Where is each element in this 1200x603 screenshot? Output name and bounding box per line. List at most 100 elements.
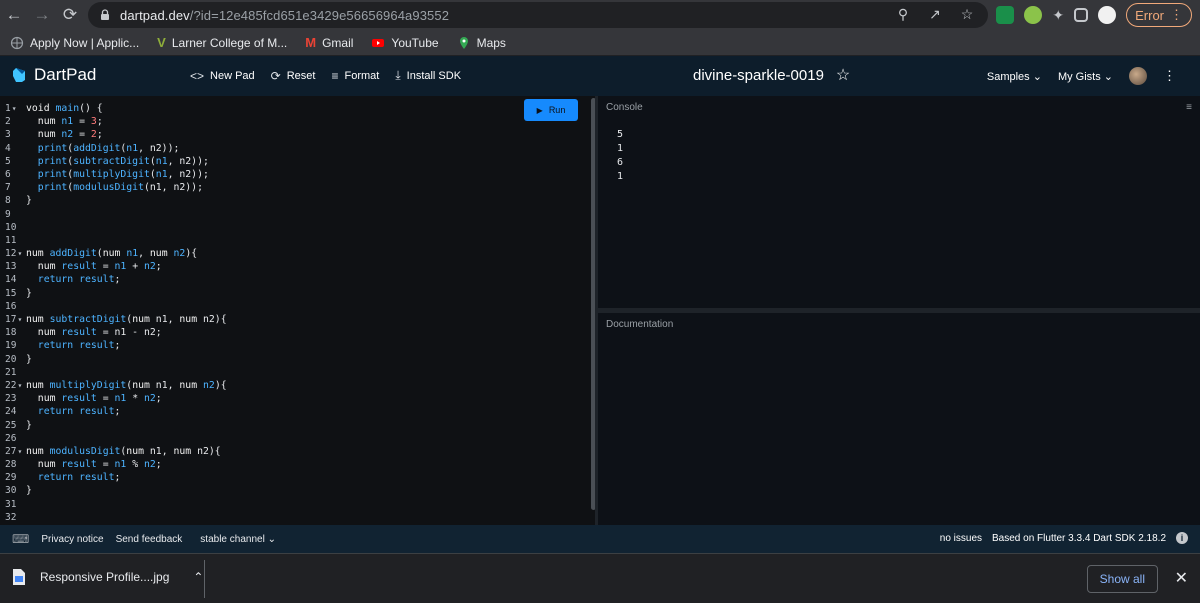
- line-number: 15: [5, 287, 17, 299]
- line-number: 11: [5, 234, 17, 246]
- install-sdk-button[interactable]: ⤓ Install SDK: [395, 68, 461, 83]
- new-pad-button[interactable]: <> New Pad: [190, 68, 255, 83]
- samples-dropdown[interactable]: Samples ⌄: [987, 70, 1042, 83]
- share-icon[interactable]: ↗: [926, 6, 944, 23]
- code-line: num result = n1 + n2;: [37, 261, 162, 273]
- line-number: 12▾: [5, 248, 23, 260]
- download-item[interactable]: Responsive Profile....jpg ⌃: [12, 568, 203, 586]
- star-icon[interactable]: ☆: [836, 65, 850, 85]
- close-icon[interactable]: ✕: [1175, 568, 1188, 588]
- fold-arrow-icon[interactable]: ▾: [17, 447, 22, 456]
- line-number: 4: [5, 142, 11, 154]
- code-line: }: [26, 353, 32, 365]
- line-number: 9: [5, 208, 11, 220]
- dartpad-logo[interactable]: DartPad: [12, 65, 96, 85]
- code-line: num subtractDigit(num n1, num n2){: [26, 314, 227, 325]
- download-icon: ⤓: [395, 68, 401, 82]
- code-editor[interactable]: 1▾ 2 3 4 5 6 7 8 9 10 11 12▾ 13 14 15 16 17▾ 18 19 20 21 22▾ 2…: [0, 96, 595, 525]
- play-icon: ▶: [536, 105, 543, 115]
- bookmark-item[interactable]: V Larner College of M...: [157, 35, 287, 50]
- bookmark-star-icon[interactable]: ☆: [958, 6, 976, 23]
- line-number: 20: [5, 353, 17, 365]
- youtube-icon: [372, 38, 385, 47]
- puzzle-icon[interactable]: ✦: [1052, 7, 1064, 24]
- menu-icon[interactable]: ≡: [1186, 102, 1192, 113]
- avatar[interactable]: [1129, 67, 1147, 85]
- line-number: 28: [5, 459, 17, 471]
- fold-arrow-icon[interactable]: ▾: [17, 315, 22, 324]
- code-line: return result;: [37, 406, 121, 418]
- image-file-icon: [13, 569, 25, 585]
- info-icon[interactable]: i: [1176, 532, 1188, 544]
- lock-icon: [101, 9, 109, 20]
- code-line: num n1 = 3;: [37, 116, 103, 128]
- address-bar[interactable]: dartpad.dev/?id=12e485fcd651e3429e566569…: [88, 2, 988, 28]
- show-all-button[interactable]: Show all: [1086, 565, 1158, 593]
- documentation-label: Documentation: [606, 319, 674, 330]
- forward-icon[interactable]: →: [28, 1, 56, 29]
- documentation-panel: Documentation: [598, 313, 1200, 525]
- bookmarks-bar: Apply Now | Applic... V Larner College o…: [0, 30, 1200, 56]
- back-icon[interactable]: ←: [0, 1, 28, 29]
- my-gists-dropdown[interactable]: My Gists ⌄: [1058, 70, 1113, 83]
- zoom-icon[interactable]: ⚲: [894, 6, 912, 23]
- extension-icon[interactable]: [996, 6, 1015, 24]
- error-button[interactable]: Error ⋮: [1126, 3, 1192, 27]
- code-line: return result;: [37, 472, 121, 484]
- code-line: void main() {: [26, 103, 103, 114]
- issues-status: no issues: [939, 532, 983, 544]
- console-line: 5: [617, 129, 624, 140]
- bookmark-item[interactable]: YouTube: [371, 36, 439, 50]
- code-line: num result = n1 % n2;: [37, 459, 162, 471]
- bookmark-item[interactable]: M Gmail: [305, 35, 353, 50]
- channel-dropdown[interactable]: stable channel ⌄: [200, 534, 276, 545]
- more-vert-icon[interactable]: ⋮: [1163, 68, 1176, 84]
- run-button[interactable]: ▶ Run: [524, 99, 578, 121]
- reload-icon[interactable]: ⟳: [56, 1, 84, 29]
- feedback-link[interactable]: Send feedback: [116, 534, 183, 545]
- privacy-link[interactable]: Privacy notice: [41, 534, 103, 545]
- line-number: 7: [5, 182, 11, 194]
- code-content[interactable]: void main() { num n1 = 3; num n2 = 2; pr…: [26, 102, 227, 524]
- gmail-icon: M: [305, 35, 317, 50]
- format-icon: ≡: [331, 68, 339, 83]
- fold-arrow-icon[interactable]: ▾: [17, 381, 22, 390]
- code-icon: <>: [190, 68, 205, 83]
- sidepanel-icon[interactable]: [1074, 8, 1089, 22]
- code-line: num result = n1 - n2;: [37, 327, 162, 339]
- browser-toolbar: ← → ⟳ dartpad.dev/?id=12e485fcd651e3429e…: [0, 0, 1200, 30]
- bookmark-item[interactable]: Apply Now | Applic...: [10, 36, 139, 50]
- profile-icon[interactable]: [1098, 6, 1117, 24]
- console-line: 1: [617, 171, 624, 182]
- url-text: dartpad.dev/?id=12e485fcd651e3429e566569…: [120, 7, 450, 23]
- gist-title: divine-sparkle-0019 ☆: [693, 65, 851, 85]
- fold-arrow-icon[interactable]: ▾: [17, 249, 22, 258]
- console-line: 6: [617, 157, 624, 168]
- dart-logo-icon: [13, 68, 25, 82]
- code-line: return result;: [37, 340, 121, 352]
- line-number: 1▾: [5, 103, 17, 114]
- keyboard-icon[interactable]: ⌨: [12, 532, 29, 546]
- fold-arrow-icon[interactable]: ▾: [12, 104, 17, 113]
- chevron-down-icon: ⌄: [267, 533, 276, 545]
- screen: ← → ⟳ dartpad.dev/?id=12e485fcd651e3429e…: [0, 0, 1200, 603]
- line-number: 23: [5, 393, 17, 405]
- console-line: 1: [617, 143, 624, 154]
- more-vert-icon: ⋮: [1170, 7, 1183, 22]
- chevron-up-icon[interactable]: ⌃: [193, 570, 203, 584]
- line-number: 29: [5, 472, 17, 484]
- refresh-icon: ⟳: [270, 68, 281, 83]
- bookmark-item[interactable]: Maps: [457, 36, 506, 50]
- reset-button[interactable]: ⟳ Reset: [271, 68, 316, 83]
- extension-icon[interactable]: [1024, 6, 1043, 24]
- line-number: 19: [5, 340, 17, 352]
- format-button[interactable]: ≡ Format: [331, 68, 379, 83]
- line-number: 25: [5, 419, 17, 431]
- line-number: 31: [5, 498, 17, 510]
- maps-icon: [459, 36, 468, 49]
- code-line: }: [26, 419, 32, 431]
